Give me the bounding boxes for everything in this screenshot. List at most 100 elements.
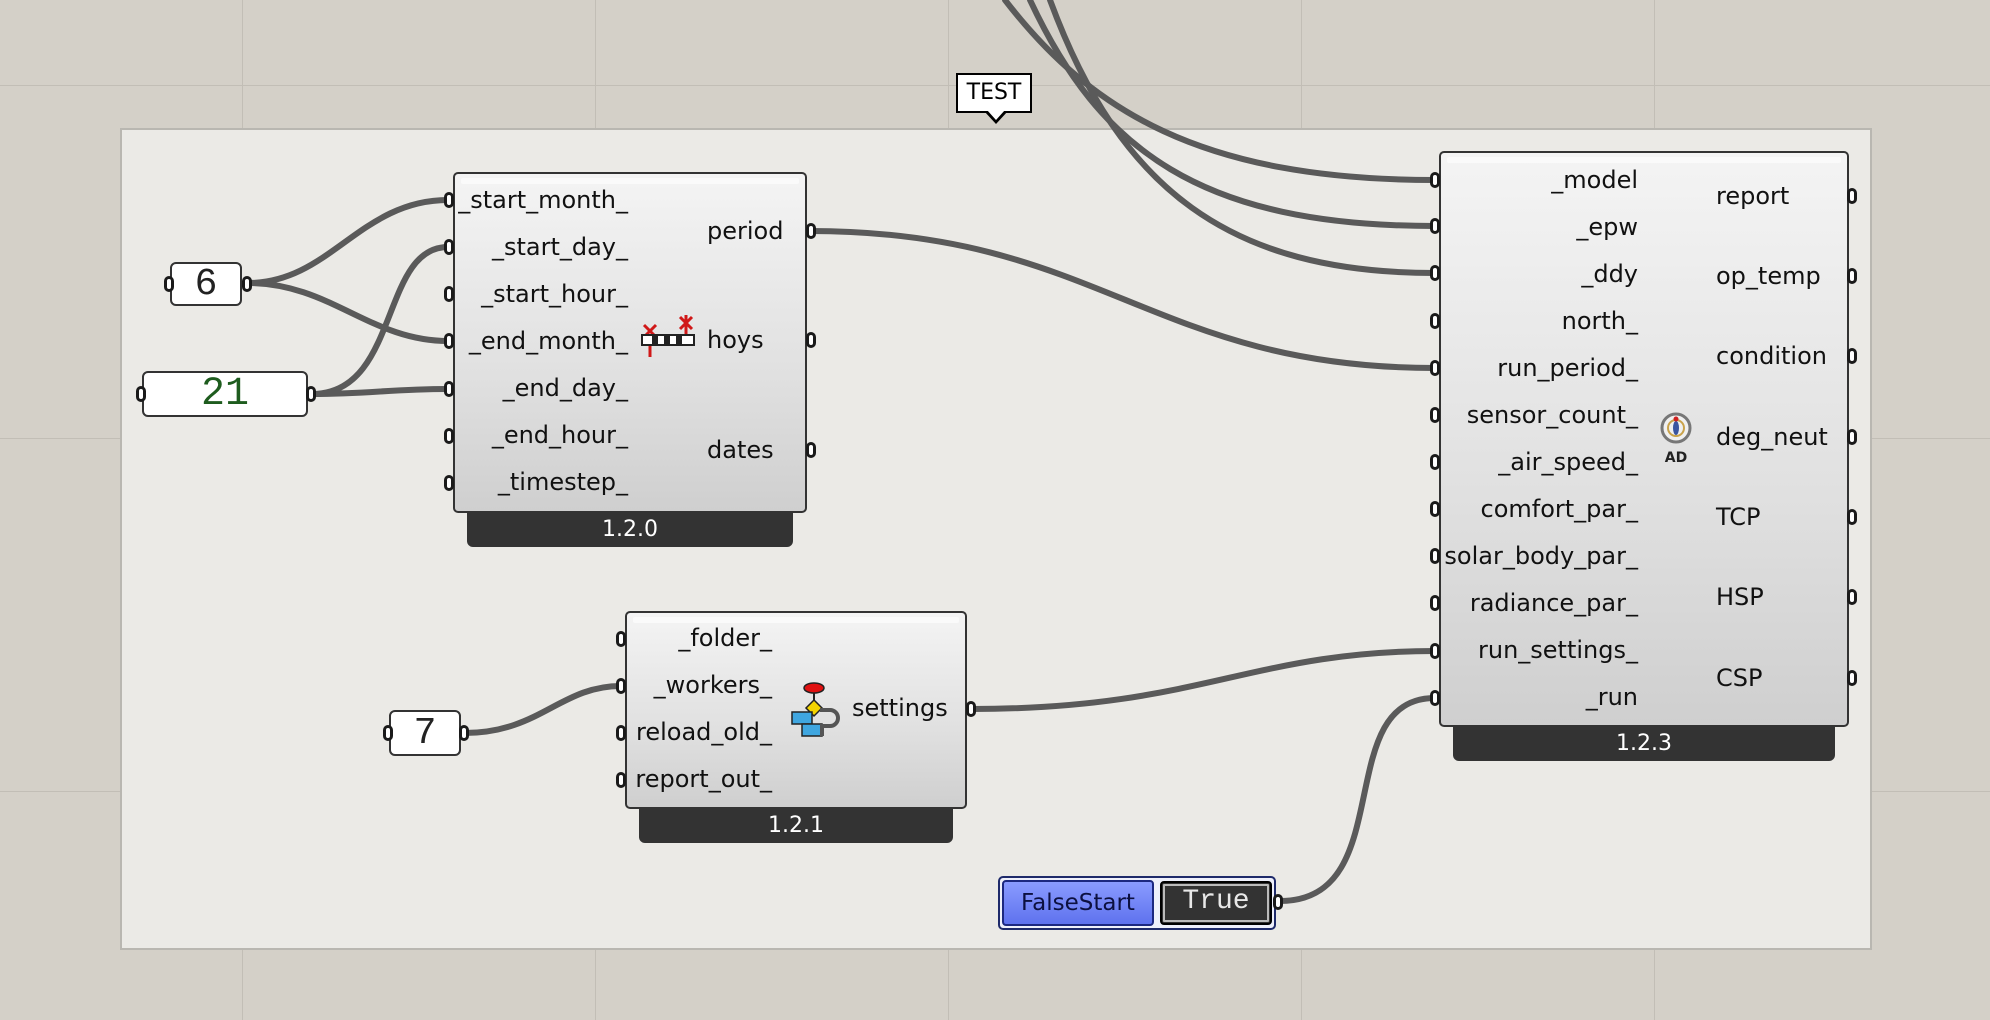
- output-op-temp: op_temp: [1716, 262, 1821, 290]
- input-comfort-par: comfort_par_: [1480, 495, 1638, 523]
- port-condition[interactable]: [1847, 348, 1857, 364]
- component-highlight: [633, 617, 959, 623]
- workers-panel[interactable]: 7: [389, 710, 461, 756]
- input-start-hour: _start_hour_: [481, 280, 628, 308]
- port-solar-body-par[interactable]: [1430, 548, 1440, 564]
- output-deg-neut: deg_neut: [1716, 423, 1828, 451]
- output-dates: dates: [707, 436, 774, 464]
- component-highlight: [461, 178, 799, 184]
- port-month-panel-in[interactable]: [164, 276, 174, 292]
- port-hsp[interactable]: [1847, 589, 1857, 605]
- boolean-toggle[interactable]: FalseStart True: [998, 876, 1276, 930]
- wire-settings: [969, 648, 1438, 712]
- wire-ddy: [1047, 0, 1438, 276]
- port-model[interactable]: [1430, 172, 1440, 188]
- wire-epw: [1027, 0, 1438, 229]
- input-workers: _workers_: [653, 671, 772, 699]
- port-deg-neut[interactable]: [1847, 429, 1857, 445]
- port-period[interactable]: [806, 223, 816, 239]
- input-sensor-count: sensor_count_: [1466, 401, 1638, 429]
- port-comfort-par[interactable]: [1430, 501, 1440, 517]
- port-month-panel-out[interactable]: [242, 276, 252, 292]
- port-run[interactable]: [1430, 690, 1440, 706]
- input-report-out: report_out_: [635, 765, 772, 793]
- output-csp: CSP: [1716, 664, 1763, 692]
- run-settings-icon: [791, 682, 840, 737]
- output-settings: settings: [852, 694, 948, 722]
- port-day-panel-out[interactable]: [306, 386, 316, 402]
- input-end-day: _end_day_: [502, 374, 628, 402]
- output-report: report: [1716, 182, 1790, 210]
- port-workers[interactable]: [616, 678, 626, 694]
- port-workers-panel-out[interactable]: [459, 725, 469, 741]
- input-north: north_: [1561, 307, 1638, 335]
- port-start-day[interactable]: [444, 239, 454, 255]
- toggle-value[interactable]: True: [1160, 881, 1272, 925]
- wire-period: [807, 228, 1438, 371]
- input-epw: _epw: [1576, 213, 1638, 241]
- input-solar-body-par: solar_body_par_: [1444, 542, 1638, 570]
- port-run-period[interactable]: [1430, 360, 1440, 376]
- input-ddy: _ddy: [1581, 260, 1638, 288]
- port-tcp[interactable]: [1847, 509, 1857, 525]
- input-radiance-par: radiance_par_: [1469, 589, 1638, 617]
- port-report-out[interactable]: [616, 772, 626, 788]
- analysis-period-version: 1.2.0: [467, 513, 793, 547]
- run-settings-version: 1.2.1: [639, 809, 953, 843]
- output-hoys: hoys: [707, 326, 764, 354]
- wire-month-end: [245, 280, 451, 344]
- input-timestep: _timestep_: [497, 468, 628, 496]
- port-north[interactable]: [1430, 313, 1440, 329]
- port-run-settings[interactable]: [1430, 643, 1440, 659]
- wire-model: [1002, 0, 1438, 183]
- wire-month-start: [245, 197, 451, 286]
- port-settings[interactable]: [966, 701, 976, 717]
- port-ddy[interactable]: [1430, 265, 1440, 281]
- adaptive-comfort-map-icon: AD: [1660, 412, 1692, 466]
- input-folder: _folder_: [678, 624, 772, 652]
- input-end-month: _end_month_: [468, 327, 628, 355]
- input-end-hour: _end_hour_: [491, 421, 628, 449]
- input-model: _model: [1551, 166, 1638, 194]
- analysis-period-icon: [641, 315, 695, 357]
- port-radiance-par[interactable]: [1430, 595, 1440, 611]
- group-label-tail-inner: [987, 110, 1005, 120]
- port-day-panel-in[interactable]: [136, 386, 146, 402]
- port-end-month[interactable]: [444, 333, 454, 349]
- output-hsp: HSP: [1716, 583, 1764, 611]
- port-air-speed[interactable]: [1430, 454, 1440, 470]
- output-condition: condition: [1716, 342, 1827, 370]
- port-epw[interactable]: [1430, 218, 1440, 234]
- component-highlight: [1447, 157, 1841, 163]
- port-csp[interactable]: [1847, 670, 1857, 686]
- input-air-speed: _air_speed_: [1498, 448, 1638, 476]
- port-folder[interactable]: [616, 631, 626, 647]
- port-start-month[interactable]: [444, 192, 454, 208]
- port-reload-old[interactable]: [616, 725, 626, 741]
- port-sensor-count[interactable]: [1430, 407, 1440, 423]
- group-label[interactable]: TEST: [956, 73, 1032, 113]
- port-start-hour[interactable]: [444, 286, 454, 302]
- input-start-month: _start_month_: [458, 186, 628, 214]
- port-timestep[interactable]: [444, 475, 454, 491]
- day-panel[interactable]: 21: [142, 371, 308, 417]
- port-end-hour[interactable]: [444, 428, 454, 444]
- input-reload-old: reload_old_: [636, 718, 772, 746]
- port-dates[interactable]: [806, 442, 816, 458]
- port-workers-panel-in[interactable]: [383, 725, 393, 741]
- svg-text:AD: AD: [1665, 450, 1687, 466]
- input-run-settings: run_settings_: [1478, 636, 1638, 664]
- month-panel[interactable]: 6: [170, 262, 242, 306]
- input-run: _run: [1585, 683, 1638, 711]
- comfort-map-version: 1.2.3: [1453, 727, 1835, 761]
- wire-day-start: [309, 244, 451, 397]
- output-tcp: TCP: [1716, 503, 1761, 531]
- port-op-temp[interactable]: [1847, 268, 1857, 284]
- wire-run: [1277, 695, 1438, 904]
- port-toggle-out[interactable]: [1273, 894, 1283, 910]
- port-end-day[interactable]: [444, 381, 454, 397]
- toggle-label[interactable]: FalseStart: [1002, 880, 1154, 926]
- port-report[interactable]: [1847, 188, 1857, 204]
- input-run-period: run_period_: [1497, 354, 1638, 382]
- port-hoys[interactable]: [806, 332, 816, 348]
